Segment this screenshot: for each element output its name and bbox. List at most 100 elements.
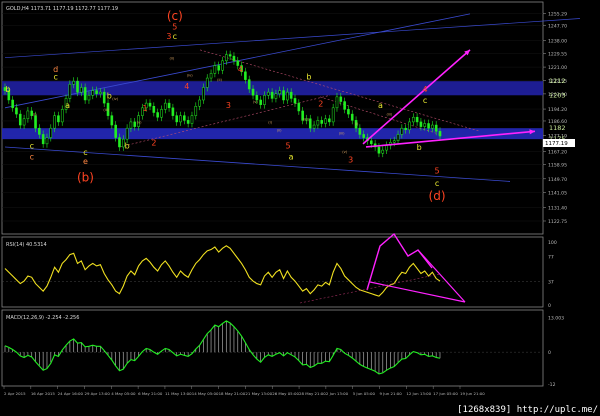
subwave-label: (iv) <box>303 117 310 121</box>
wave-degree-label: (c) <box>167 9 183 23</box>
candle-body <box>26 110 30 120</box>
candle-body <box>232 55 236 62</box>
candle-body <box>266 91 270 96</box>
time-tick-label: 2 Apr 2015 <box>4 391 26 396</box>
candle-body <box>194 106 198 116</box>
subwave-label: (i) <box>355 122 359 126</box>
wave-label: 2 <box>318 99 323 108</box>
macd-title: MACD(12,26,9) -2.254 -2.256 <box>6 315 79 321</box>
wave-label: 3 <box>226 101 231 110</box>
rsi-tick-label: 100 <box>548 240 557 246</box>
price-tick-label: 1131.40 <box>548 205 567 211</box>
subwave-label: (ii) <box>217 78 222 82</box>
candle-body <box>83 87 87 101</box>
wave-label: 3 <box>348 156 353 165</box>
macd-tick-label: 0 <box>548 350 551 356</box>
wave-label: c <box>83 148 87 157</box>
candle-body <box>358 127 362 135</box>
chart-canvas: (c)5cdc(b)ecccbab1234b345ab23a4cb5c(d)(i… <box>0 0 600 416</box>
price-tick-label: 1141.05 <box>548 190 567 196</box>
price-tick-label: 1247.70 <box>548 23 567 29</box>
candle-body <box>247 79 251 90</box>
candle-body <box>11 99 14 109</box>
wave-label: 4 <box>238 65 243 74</box>
price-tick-label: 1255.29 <box>548 11 567 17</box>
subwave-label: (iii) <box>386 113 392 117</box>
wave-label: c <box>30 153 34 162</box>
candle-body <box>183 115 186 121</box>
subwave-label: (iii) <box>339 131 345 135</box>
candle-body <box>163 102 167 110</box>
wave-label: b <box>125 142 130 151</box>
candle-body <box>244 71 247 80</box>
wave-label: 5 <box>434 167 439 176</box>
candle-body <box>102 91 106 104</box>
candle-body <box>400 127 404 135</box>
candle-body <box>213 65 217 74</box>
candle-body <box>259 99 262 105</box>
candle-body <box>339 96 343 102</box>
candle-body <box>350 113 354 121</box>
candle-body <box>34 115 37 129</box>
candle-body <box>209 73 213 79</box>
candle-body <box>22 118 26 126</box>
candle-body <box>320 120 324 124</box>
time-tick-label: 5 Jun 05:00 <box>353 391 376 396</box>
candle-body <box>427 123 430 129</box>
candle-body <box>87 95 91 101</box>
candle-body <box>53 115 56 129</box>
candle-body <box>392 140 396 143</box>
candle-body <box>282 90 285 101</box>
candle-body <box>263 95 266 105</box>
price-tick-label: 1238.00 <box>548 38 567 44</box>
current-price-label: 1177.19 <box>545 141 568 147</box>
candle-body <box>91 90 95 96</box>
rsi-tick-label: 0 <box>548 303 551 309</box>
time-tick-label: 24 Apr 16:00 <box>58 391 84 396</box>
subwave-label: (i) <box>268 120 272 124</box>
macd-tick-label: 13.003 <box>548 316 564 322</box>
wave-label: 1 <box>142 104 147 113</box>
candle-body <box>160 109 163 118</box>
candle-body <box>179 115 182 123</box>
wave-label: a <box>289 153 294 162</box>
wave-label: c <box>30 142 34 151</box>
candle-body <box>18 113 22 126</box>
time-tick-label: 11 May 13:00 <box>165 391 192 396</box>
candle-body <box>125 127 129 140</box>
time-tick-label: 26 May 05:00 <box>272 391 299 396</box>
candle-body <box>57 115 60 123</box>
candle-body <box>148 102 152 107</box>
subwave-label: (iv) <box>187 73 194 77</box>
candle-body <box>41 134 45 145</box>
wave-degree-label: (b) <box>77 170 94 184</box>
wave-label: 3 <box>166 32 171 41</box>
candle-body <box>381 149 385 154</box>
candle-body <box>423 123 427 127</box>
candle-body <box>152 106 156 113</box>
wave-label: 5 <box>172 22 177 31</box>
candle-body <box>286 91 289 101</box>
subwave-label: (v) <box>137 120 143 124</box>
candle-body <box>198 99 201 107</box>
candle-body <box>431 124 434 129</box>
wave-label: c <box>53 73 57 82</box>
candle-body <box>419 121 423 127</box>
price-tick-label: 1167.20 <box>548 149 567 155</box>
time-tick-label: 16 Apr 2015 <box>31 391 56 396</box>
time-tick-label: 18 May 21:00 <box>219 391 246 396</box>
candle-body <box>278 90 282 94</box>
candle-body <box>175 115 179 123</box>
candle-body <box>118 137 121 148</box>
candle-body <box>343 101 346 110</box>
zone-side-label: 1212 <box>549 77 566 85</box>
candle-body <box>270 91 274 99</box>
candle-body <box>202 87 205 101</box>
candle-body <box>335 96 339 109</box>
candle-body <box>110 115 114 126</box>
candle-body <box>129 121 133 129</box>
candle-body <box>377 146 381 154</box>
rsi-tick-label: 37 <box>548 280 554 286</box>
candle-body <box>114 124 117 138</box>
wave-label: b <box>5 85 10 94</box>
